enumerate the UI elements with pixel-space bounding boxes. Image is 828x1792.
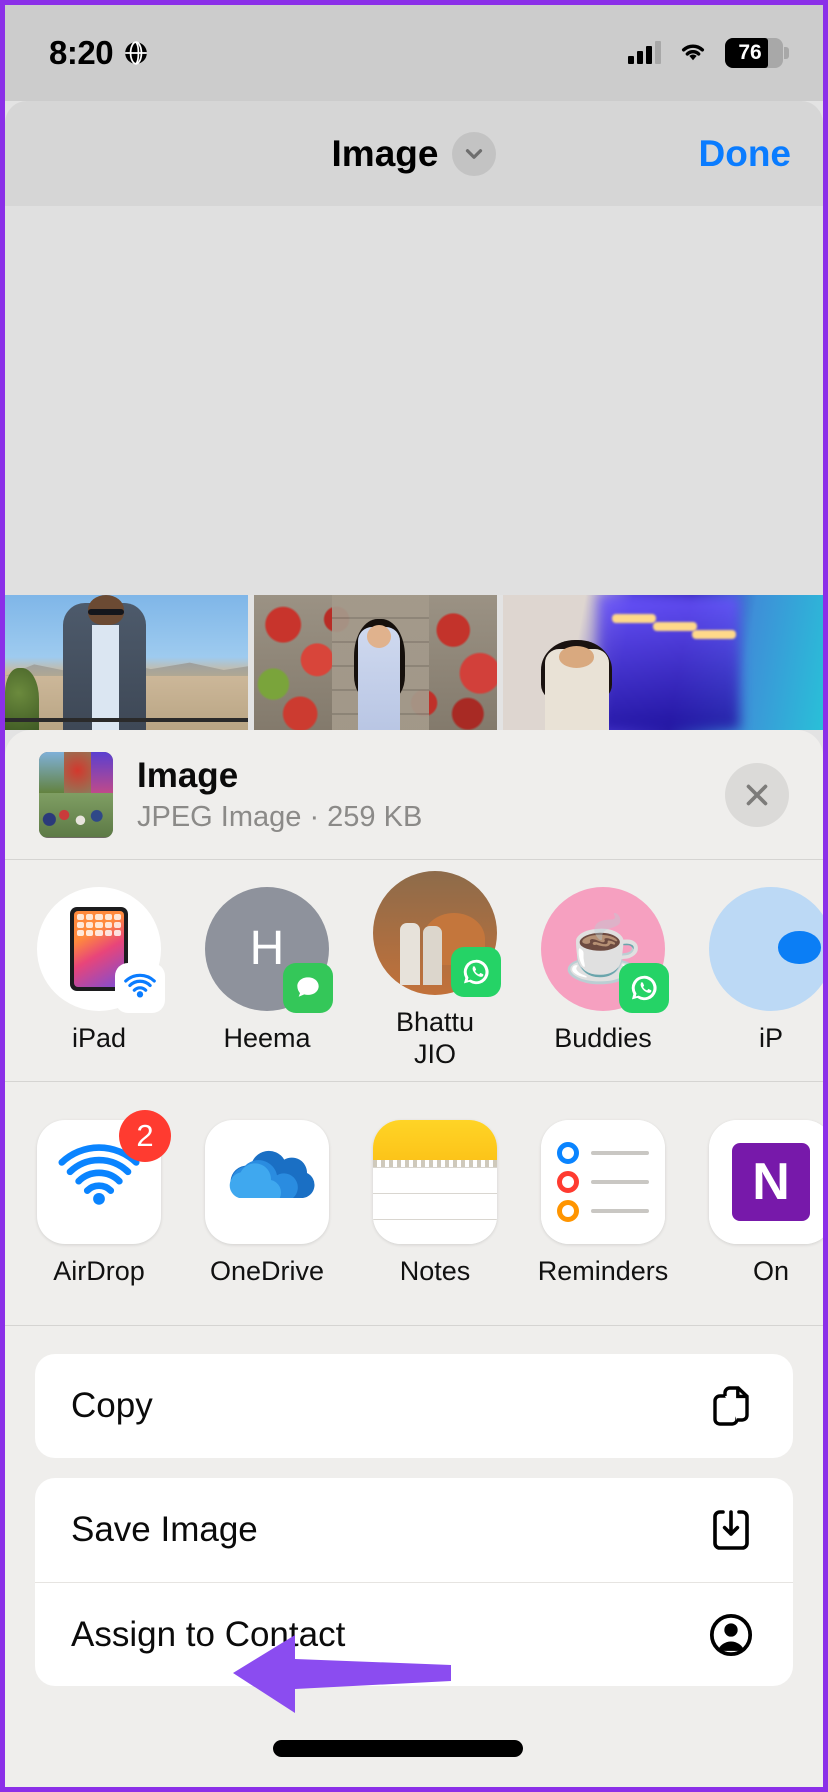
avatar: ☕ (541, 886, 669, 1013)
onedrive-icon (205, 1120, 329, 1244)
action-row-assign-to-contact[interactable]: Assign to Contact (35, 1582, 793, 1686)
file-title: Image (137, 755, 239, 795)
photo-strip (5, 595, 823, 730)
image-preview-area (5, 206, 823, 595)
app-label: Notes (399, 1256, 471, 1286)
status-bar: 8:20 76 (5, 5, 823, 101)
contacts-row[interactable]: iPad H Heema Bhattu JIO ☕ Buddies iP (5, 860, 823, 1082)
app-item-onenote[interactable]: N On (709, 1120, 823, 1287)
battery-icon: 76 (725, 38, 789, 68)
file-info: Image JPEG Image · 259 KB (137, 756, 422, 834)
cellular-signal-icon (628, 41, 661, 64)
messages-badge-icon (283, 962, 333, 1013)
page-title: Image (331, 132, 439, 174)
action-label: Save Image (71, 1510, 258, 1549)
contact-item-ipad[interactable]: iPad (37, 886, 165, 1054)
contact-item-partial[interactable]: iP (709, 886, 823, 1054)
action-card-save-assign: Save Image Assign to Contact (35, 1478, 793, 1686)
app-label: OneDrive (209, 1256, 325, 1286)
contact-item-buddies[interactable]: ☕ Buddies (541, 886, 669, 1054)
contact-person-icon (705, 1609, 757, 1661)
globe-icon (123, 40, 149, 66)
status-bar-right: 76 (628, 38, 789, 69)
action-label: Copy (71, 1386, 153, 1425)
status-time: 8:20 (49, 34, 114, 71)
whatsapp-badge-icon (619, 962, 669, 1013)
action-label: Assign to Contact (71, 1614, 346, 1654)
app-label: Reminders (537, 1256, 669, 1286)
save-download-icon (705, 1504, 757, 1556)
close-icon[interactable] (725, 762, 789, 827)
copy-icon (705, 1380, 757, 1432)
contact-item-bhattu-jio[interactable]: Bhattu JIO (373, 871, 501, 1070)
app-item-onedrive[interactable]: OneDrive (205, 1120, 329, 1287)
contact-label: Bhattu JIO (395, 1007, 475, 1069)
app-label: On (752, 1256, 790, 1286)
iphone-screenshot-frame: 8:20 76 Image Done Image JPEG Image · 25… (0, 0, 828, 1792)
app-label: AirDrop (53, 1256, 145, 1286)
app-item-airdrop[interactable]: 2 AirDrop (37, 1110, 171, 1287)
contact-label: iPad (71, 1022, 127, 1053)
annotation-redaction-bar (273, 1740, 523, 1757)
photo-thumbnail[interactable] (5, 595, 248, 730)
avatar: H (205, 886, 333, 1013)
app-item-reminders[interactable]: Reminders (538, 1120, 668, 1287)
contact-item-heema[interactable]: H Heema (205, 886, 333, 1054)
wifi-icon (676, 38, 710, 69)
share-file-header: Image JPEG Image · 259 KB (5, 730, 823, 860)
notes-icon (373, 1120, 497, 1244)
airdrop-badge-icon (115, 962, 165, 1013)
battery-level: 76 (738, 41, 762, 64)
avatar (373, 871, 501, 998)
action-card-copy: Copy (35, 1354, 793, 1458)
done-button[interactable]: Done (699, 133, 792, 175)
contact-label: Heema (223, 1022, 311, 1053)
nav-bar: Image Done (5, 101, 823, 206)
apps-row[interactable]: 2 AirDrop OneDrive Notes Reminders N On (5, 1082, 823, 1326)
contact-label: Buddies (554, 1022, 652, 1053)
onenote-letter: N (732, 1143, 810, 1221)
app-badge-count: 2 (119, 1110, 171, 1162)
nav-title-group[interactable]: Image (331, 131, 497, 176)
contact-label: iP (758, 1022, 783, 1053)
avatar (37, 886, 165, 1013)
whatsapp-badge-icon (451, 947, 501, 998)
reminders-icon (541, 1120, 665, 1244)
share-sheet: Image JPEG Image · 259 KB iPad H Heema B… (5, 730, 823, 1787)
onenote-icon: N (709, 1120, 823, 1244)
photo-thumbnail[interactable] (503, 595, 823, 730)
action-row-save-image[interactable]: Save Image (35, 1478, 793, 1582)
avatar (709, 886, 823, 1011)
photo-thumbnail[interactable] (254, 595, 497, 730)
action-list: Copy Save Image Assign to Contact (5, 1326, 823, 1787)
action-row-copy[interactable]: Copy (35, 1354, 793, 1458)
file-thumbnail (39, 751, 113, 838)
chevron-down-icon[interactable] (452, 131, 497, 176)
app-item-notes[interactable]: Notes (373, 1120, 497, 1287)
contact-photo-partial (709, 886, 823, 1011)
file-subtitle: JPEG Image · 259 KB (137, 800, 423, 833)
status-bar-left: 8:20 (49, 34, 149, 72)
